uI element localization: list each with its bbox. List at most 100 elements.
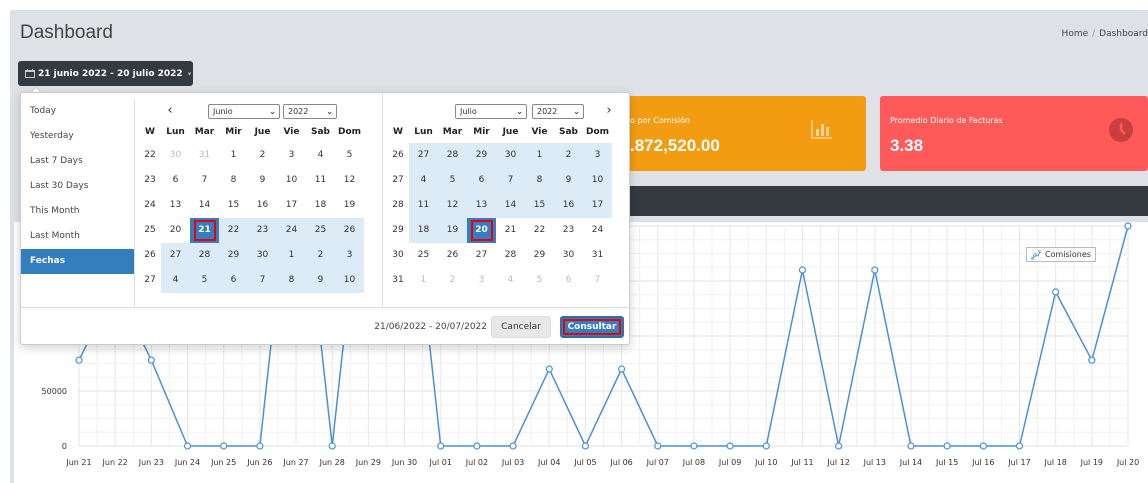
calendar-day[interactable]: 2: [554, 143, 583, 168]
calendar-day[interactable]: 1: [219, 143, 248, 168]
calendar-day[interactable]: 30: [554, 243, 583, 268]
calendar-day[interactable]: 5: [335, 143, 364, 168]
calendar-day[interactable]: 29: [219, 243, 248, 268]
calendar-day[interactable]: 25: [409, 243, 438, 268]
calendar-day[interactable]: 16: [248, 193, 277, 218]
calendar-day[interactable]: 9: [554, 168, 583, 193]
calendar-day[interactable]: 10: [335, 268, 364, 293]
calendar-day[interactable]: 26: [335, 218, 364, 243]
month-select-left[interactable]: Junio ⌄: [208, 104, 280, 119]
range-fechas[interactable]: Fechas: [21, 249, 134, 274]
cancel-button[interactable]: Cancelar: [491, 316, 551, 338]
range-yesterday[interactable]: Yesterday: [21, 124, 134, 149]
calendar-day[interactable]: 4: [306, 143, 335, 168]
calendar-day[interactable]: 5: [438, 168, 467, 193]
calendar-day[interactable]: 2: [438, 268, 467, 293]
calendar-day[interactable]: 15: [525, 193, 554, 218]
calendar-day[interactable]: 25: [306, 218, 335, 243]
calendar-day[interactable]: 11: [409, 193, 438, 218]
calendar-day[interactable]: 24: [583, 218, 612, 243]
apply-button[interactable]: Consultar: [560, 316, 624, 338]
calendar-day[interactable]: 6: [554, 268, 583, 293]
calendar-day[interactable]: 5: [525, 268, 554, 293]
date-range-button[interactable]: 21 junio 2022 - 20 julio 2022 ▾: [18, 61, 193, 86]
calendar-day[interactable]: 19: [335, 193, 364, 218]
calendar-day[interactable]: 12: [438, 193, 467, 218]
calendar-day[interactable]: 18: [306, 193, 335, 218]
calendar-day[interactable]: 11: [306, 168, 335, 193]
year-select-right[interactable]: 2022 ⌄: [532, 104, 584, 119]
calendar-day[interactable]: 14: [190, 193, 219, 218]
range-last-7-days[interactable]: Last 7 Days: [21, 149, 134, 174]
calendar-day[interactable]: 6: [219, 268, 248, 293]
calendar-day[interactable]: 15: [219, 193, 248, 218]
calendar-day[interactable]: 14: [496, 193, 525, 218]
calendar-day[interactable]: 27: [409, 143, 438, 168]
calendar-day[interactable]: 27: [467, 243, 496, 268]
calendar-day[interactable]: 7: [248, 268, 277, 293]
calendar-day[interactable]: 23: [554, 218, 583, 243]
calendar-day[interactable]: 5: [190, 268, 219, 293]
range-today[interactable]: Today: [21, 99, 134, 124]
range-last-month[interactable]: Last Month: [21, 224, 134, 249]
calendar-day[interactable]: 31: [190, 143, 219, 168]
calendar-day[interactable]: 3: [583, 143, 612, 168]
calendar-day[interactable]: 9: [248, 168, 277, 193]
calendar-day[interactable]: 6: [467, 168, 496, 193]
calendar-day[interactable]: 18: [409, 218, 438, 243]
calendar-day[interactable]: 16: [554, 193, 583, 218]
calendar-day[interactable]: 23: [248, 218, 277, 243]
calendar-day[interactable]: 7: [190, 168, 219, 193]
calendar-day[interactable]: 10: [277, 168, 306, 193]
calendar-day[interactable]: 30: [496, 143, 525, 168]
calendar-day[interactable]: 31: [583, 243, 612, 268]
selected-day[interactable]: 20: [467, 218, 496, 243]
calendar-day[interactable]: 8: [277, 268, 306, 293]
calendar-day[interactable]: 27: [161, 243, 190, 268]
chart-legend[interactable]: Comisiones: [1026, 247, 1096, 262]
calendar-day[interactable]: 17: [277, 193, 306, 218]
calendar-day[interactable]: 4: [409, 168, 438, 193]
calendar-day[interactable]: 28: [190, 243, 219, 268]
calendar-day[interactable]: 1: [277, 243, 306, 268]
breadcrumb-home[interactable]: Home: [1062, 29, 1089, 39]
calendar-day[interactable]: 6: [161, 168, 190, 193]
calendar-day[interactable]: 3: [277, 143, 306, 168]
calendar-day[interactable]: 8: [525, 168, 554, 193]
selected-day[interactable]: 21: [190, 218, 219, 243]
calendar-day[interactable]: 3: [467, 268, 496, 293]
calendar-day[interactable]: 17: [583, 193, 612, 218]
calendar-day[interactable]: 22: [219, 218, 248, 243]
calendar-day[interactable]: 22: [525, 218, 554, 243]
prev-month-arrow[interactable]: ‹: [163, 103, 177, 118]
calendar-day[interactable]: 3: [335, 243, 364, 268]
calendar-day[interactable]: 24: [277, 218, 306, 243]
calendar-day[interactable]: 19: [438, 218, 467, 243]
year-select-left[interactable]: 2022 ⌄: [283, 104, 337, 119]
calendar-day[interactable]: 9: [306, 268, 335, 293]
range-last-30-days[interactable]: Last 30 Days: [21, 174, 134, 199]
calendar-day[interactable]: 1: [409, 268, 438, 293]
calendar-day[interactable]: 8: [219, 168, 248, 193]
calendar-day[interactable]: 28: [438, 143, 467, 168]
calendar-day[interactable]: 30: [161, 143, 190, 168]
calendar-day[interactable]: 30: [248, 243, 277, 268]
calendar-day[interactable]: 4: [496, 268, 525, 293]
calendar-day[interactable]: 29: [525, 243, 554, 268]
calendar-day[interactable]: 1: [525, 143, 554, 168]
calendar-day[interactable]: 7: [583, 268, 612, 293]
calendar-day[interactable]: 2: [306, 243, 335, 268]
calendar-day[interactable]: 10: [583, 168, 612, 193]
calendar-day[interactable]: 13: [467, 193, 496, 218]
calendar-day[interactable]: 29: [467, 143, 496, 168]
calendar-day[interactable]: 2: [248, 143, 277, 168]
range-this-month[interactable]: This Month: [21, 199, 134, 224]
month-select-right[interactable]: Julio ⌄: [455, 104, 527, 119]
calendar-day[interactable]: 21: [496, 218, 525, 243]
calendar-day[interactable]: 28: [496, 243, 525, 268]
calendar-day[interactable]: 20: [161, 218, 190, 243]
calendar-day[interactable]: 4: [161, 268, 190, 293]
calendar-day[interactable]: 26: [438, 243, 467, 268]
calendar-day[interactable]: 13: [161, 193, 190, 218]
calendar-day[interactable]: 7: [496, 168, 525, 193]
